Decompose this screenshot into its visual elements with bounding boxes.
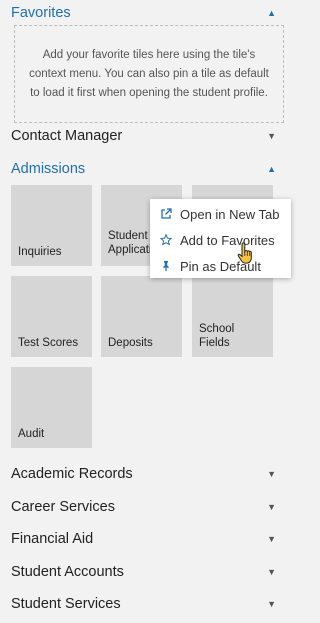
caret-down-icon: ▼ bbox=[267, 502, 276, 512]
menu-item-open-new-tab[interactable]: Open in New Tab bbox=[150, 201, 291, 227]
pin-icon bbox=[160, 260, 180, 272]
section-title: Academic Records bbox=[11, 466, 133, 482]
career-services-header[interactable]: Career Services ▼ bbox=[0, 495, 299, 519]
favorites-header[interactable]: Favorites ▲ bbox=[0, 1, 299, 25]
section-title: Student Accounts bbox=[11, 564, 124, 580]
student-accounts-header[interactable]: Student Accounts ▼ bbox=[0, 560, 299, 584]
caret-down-icon: ▼ bbox=[267, 131, 276, 141]
tile-test-scores[interactable]: Test Scores bbox=[11, 276, 92, 357]
contact-manager-header[interactable]: Contact Manager ▼ bbox=[0, 124, 299, 148]
admissions-header[interactable]: Admissions ▲ bbox=[0, 157, 299, 181]
financial-aid-header[interactable]: Financial Aid ▼ bbox=[0, 527, 299, 551]
tile-deposits[interactable]: Deposits bbox=[101, 276, 182, 357]
academic-records-header[interactable]: Academic Records ▼ bbox=[0, 462, 299, 486]
external-link-icon bbox=[160, 208, 180, 220]
caret-down-icon: ▼ bbox=[267, 534, 276, 544]
caret-down-icon: ▼ bbox=[267, 469, 276, 479]
menu-item-label: Add to Favorites bbox=[180, 232, 275, 248]
student-services-header[interactable]: Student Services ▼ bbox=[0, 592, 299, 616]
menu-item-add-favorites[interactable]: Add to Favorites bbox=[150, 227, 291, 253]
hand-cursor-icon bbox=[236, 242, 256, 266]
menu-item-pin-default[interactable]: Pin as Default bbox=[150, 253, 291, 279]
admissions-title: Admissions bbox=[11, 161, 86, 177]
tile-label: Deposits bbox=[108, 337, 153, 349]
menu-item-label: Open in New Tab bbox=[180, 206, 280, 222]
contact-manager-title: Contact Manager bbox=[11, 128, 123, 144]
section-title: Financial Aid bbox=[11, 531, 94, 547]
caret-down-icon: ▼ bbox=[267, 567, 276, 577]
tile-audit[interactable]: Audit bbox=[11, 367, 92, 448]
star-icon bbox=[160, 234, 180, 246]
tile-label: School Fields bbox=[199, 323, 235, 349]
section-title: Student Services bbox=[11, 596, 121, 612]
caret-up-icon: ▲ bbox=[267, 8, 276, 18]
tile-inquiries[interactable]: Inquiries bbox=[11, 185, 92, 266]
tile-label: Test Scores bbox=[18, 337, 79, 349]
caret-down-icon: ▼ bbox=[267, 599, 276, 609]
tile-context-menu: Open in New Tab Add to Favorites Pin as … bbox=[150, 199, 291, 278]
favorites-empty-message: Add your favorite tiles here using the t… bbox=[29, 48, 269, 99]
tile-label: Inquiries bbox=[18, 246, 62, 258]
tile-school-fields[interactable]: School Fields bbox=[192, 276, 273, 357]
caret-up-icon: ▲ bbox=[267, 164, 276, 174]
tile-label: Audit bbox=[18, 428, 45, 440]
section-title: Career Services bbox=[11, 499, 115, 515]
favorites-dropzone: Add your favorite tiles here using the t… bbox=[14, 25, 284, 123]
favorites-title: Favorites bbox=[11, 5, 71, 21]
